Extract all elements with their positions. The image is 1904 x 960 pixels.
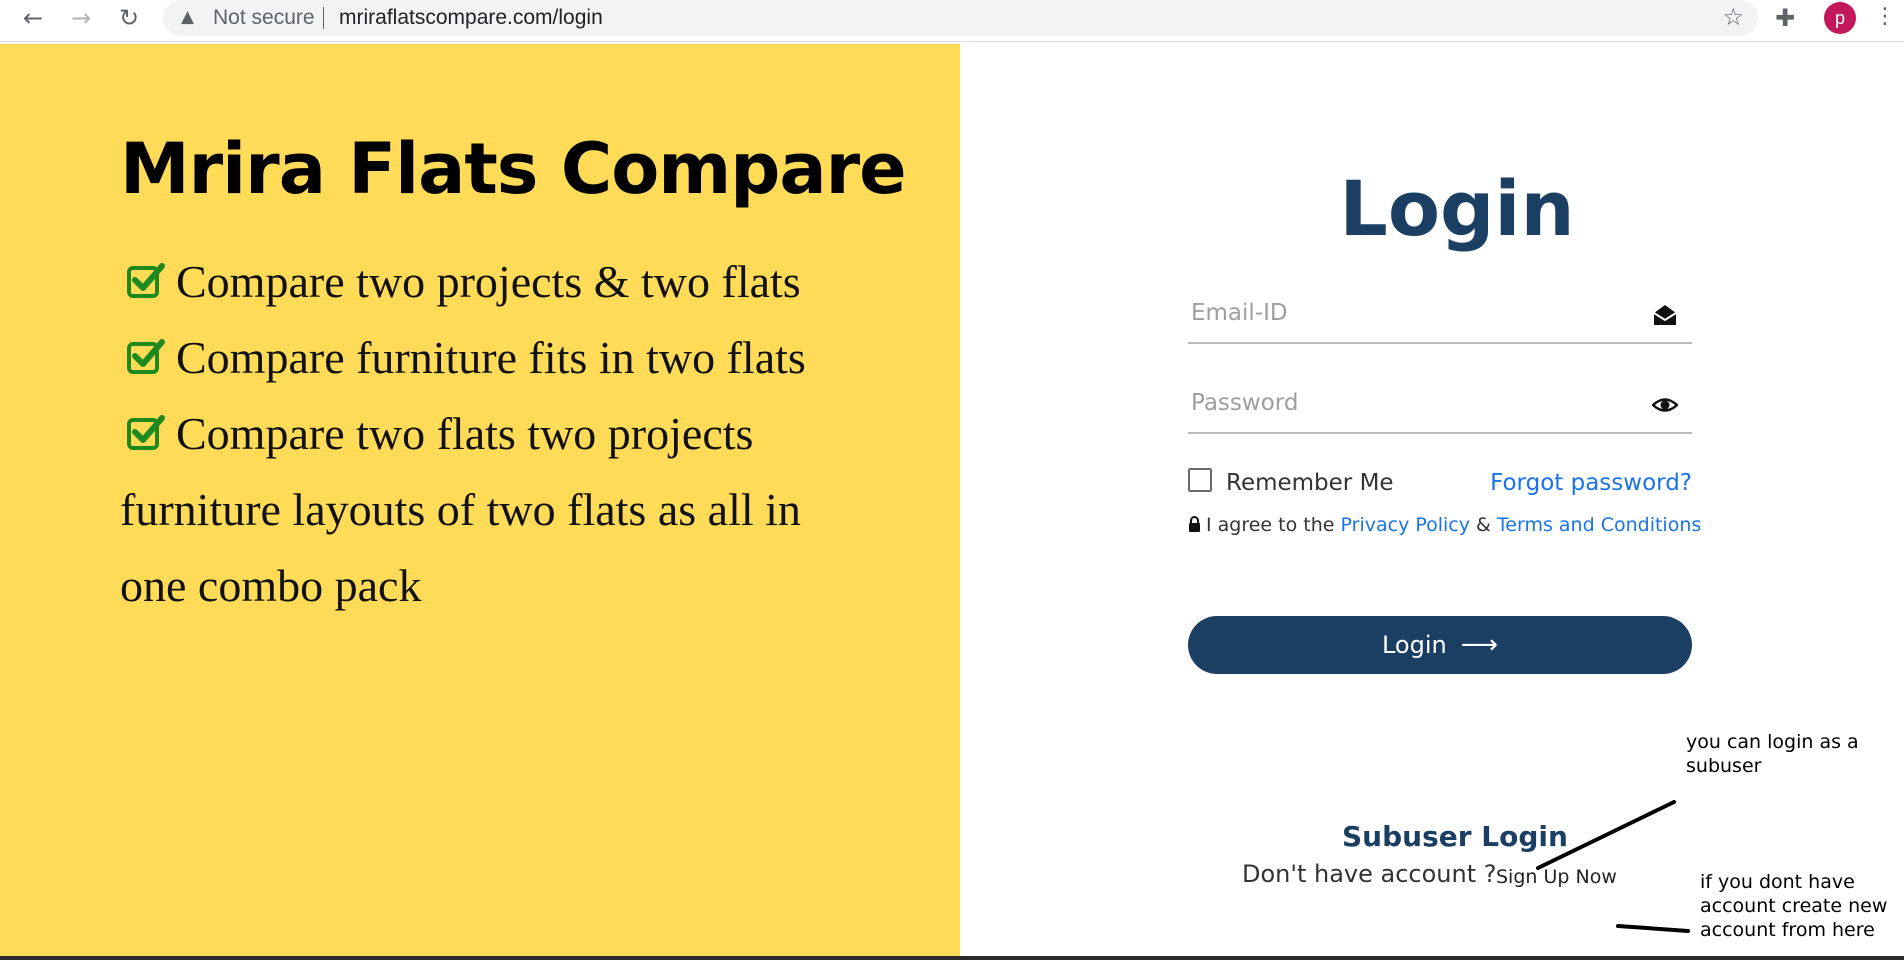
- password-field-wrapper: [1188, 378, 1692, 434]
- extensions-puzzle-icon[interactable]: ✚: [1775, 4, 1795, 32]
- url-text[interactable]: mriraflatscompare.com/login: [339, 6, 603, 30]
- feature-text: Compare two projects & two flats: [176, 256, 801, 307]
- more-menu-icon[interactable]: ⋮: [1874, 4, 1896, 29]
- checkbox-checked-icon: [127, 339, 165, 374]
- browser-toolbar: ← → ↻ ▲ Not secure mriraflatscompare.com…: [0, 0, 1904, 42]
- lock-icon: [1189, 516, 1200, 532]
- no-account-label: Don't have account ?: [1242, 860, 1497, 888]
- ampersand-text: &: [1476, 514, 1491, 536]
- envelope-open-icon: [1653, 305, 1677, 325]
- address-bar[interactable]: ▲ Not secure mriraflatscompare.com/login…: [163, 0, 1758, 36]
- annotation-line-signup: [1616, 924, 1690, 933]
- security-label: Not secure: [213, 6, 315, 29]
- promo-panel: Mrira Flats Compare Compare two projects…: [0, 44, 960, 960]
- annotation-subuser-note: you can login as a subuser: [1686, 731, 1859, 777]
- reload-icon[interactable]: ↻: [114, 3, 144, 33]
- login-button[interactable]: Login ⟶: [1188, 616, 1692, 674]
- eye-icon[interactable]: [1652, 392, 1678, 418]
- profile-avatar[interactable]: p: [1824, 2, 1856, 34]
- privacy-policy-link[interactable]: Privacy Policy: [1341, 514, 1470, 536]
- bookmark-star-icon[interactable]: ☆: [1722, 3, 1744, 31]
- bottom-border: [0, 956, 1904, 960]
- forward-arrow-icon[interactable]: →: [66, 3, 96, 33]
- subuser-login-link[interactable]: Subuser Login: [1342, 820, 1568, 853]
- omnibox-divider: [323, 7, 324, 29]
- feature-text: Compare furniture fits in two flats: [176, 332, 806, 383]
- agreement-row: I agree to the Privacy Policy & Terms an…: [1188, 514, 1701, 536]
- brand-title: Mrira Flats Compare: [120, 128, 907, 210]
- email-field-wrapper: [1188, 288, 1692, 344]
- annotation-signup-note: if you dont have account create new acco…: [1700, 871, 1888, 941]
- remember-row: Remember Me Forgot password?: [1188, 466, 1692, 502]
- feature-text: Compare two flats two projects: [176, 408, 754, 459]
- remember-me-label[interactable]: Remember Me: [1226, 470, 1394, 496]
- feature-item: Compare two flats two projects: [120, 396, 840, 472]
- terms-link[interactable]: Terms and Conditions: [1497, 514, 1701, 536]
- feature-continuation: one combo pack: [120, 560, 422, 611]
- feature-item: Compare two projects & two flats: [120, 244, 840, 320]
- feature-list: Compare two projects & two flats Compare…: [120, 244, 840, 624]
- warning-icon: ▲: [181, 7, 195, 27]
- checkbox-checked-icon: [127, 263, 165, 298]
- back-arrow-icon[interactable]: ←: [18, 3, 48, 33]
- checkbox-checked-icon: [127, 415, 165, 450]
- arrow-right-icon: ⟶: [1460, 630, 1499, 660]
- login-panel: Login Remember Me Forgot password? I agr…: [960, 44, 1904, 960]
- signup-link[interactable]: Sign Up Now: [1496, 866, 1617, 888]
- email-input[interactable]: [1188, 288, 1638, 338]
- feature-continuation: furniture layouts of two flats as all in: [120, 484, 801, 535]
- password-input[interactable]: [1188, 378, 1638, 428]
- login-heading: Login: [1339, 164, 1575, 253]
- forgot-password-link[interactable]: Forgot password?: [1490, 470, 1692, 496]
- remember-me-checkbox[interactable]: [1188, 468, 1212, 492]
- feature-item: Compare furniture fits in two flats: [120, 320, 840, 396]
- agree-prefix-text: I agree to the: [1206, 514, 1335, 536]
- login-button-label: Login: [1381, 631, 1447, 659]
